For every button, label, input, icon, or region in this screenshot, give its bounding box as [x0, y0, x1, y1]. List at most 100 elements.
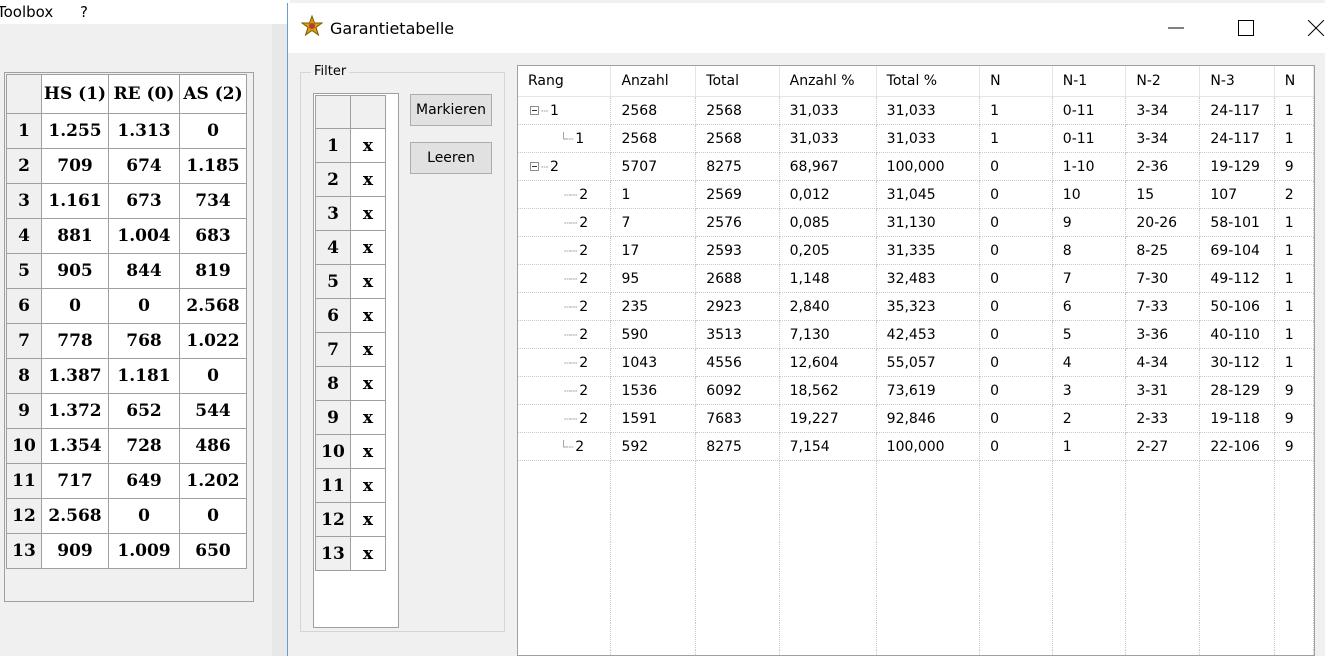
grid-cell[interactable]: 881: [41, 218, 109, 254]
tree-col-header[interactable]: N: [1274, 66, 1314, 97]
grid-cell[interactable]: 709: [41, 148, 109, 184]
filter-cell[interactable]: x: [350, 434, 386, 469]
grid-cell[interactable]: 905: [41, 253, 109, 289]
filter-col-header[interactable]: [350, 95, 386, 129]
title-bar[interactable]: Garantietabelle: [288, 3, 1325, 53]
tree-row[interactable]: ┄┄ 2 235 2923 2,840 35,323 0 6 7-33 50-106 1: [518, 292, 1314, 321]
tree-row[interactable]: ┄┄ 2 17 2593 0,205 31,335 0 8 8-25 69-104 1: [518, 236, 1314, 265]
tree-row[interactable]: ┄┄ 2 1043 4556 12,604 55,057 0 4 4-34 30-112 1: [518, 348, 1314, 377]
grid-row-header[interactable]: 10: [6, 428, 42, 464]
tree-col-header[interactable]: Anzahl %: [779, 66, 877, 97]
filter-cell[interactable]: x: [350, 332, 386, 367]
grid-cell[interactable]: 674: [108, 148, 180, 184]
grid-cell[interactable]: 819: [179, 253, 247, 289]
menu-help[interactable]: ?: [80, 3, 88, 21]
grid-cell[interactable]: 1.202: [179, 463, 247, 499]
grid-cell[interactable]: 778: [41, 323, 109, 359]
grid-cell[interactable]: 734: [179, 183, 247, 219]
filter-row-header[interactable]: 3: [315, 196, 351, 231]
filter-row-header[interactable]: 9: [315, 400, 351, 435]
grid-cell[interactable]: 0: [41, 288, 109, 324]
grid-col-header[interactable]: HS (1): [41, 74, 109, 114]
tree-row[interactable]: └┄ 1 2568 2568 31,033 31,033 1 0-11 3-34 24-117 1: [518, 124, 1314, 153]
grid-cell[interactable]: 1.009: [108, 533, 180, 569]
grid-cell[interactable]: 844: [108, 253, 180, 289]
filter-cell[interactable]: x: [350, 400, 386, 435]
filter-row-header[interactable]: 7: [315, 332, 351, 367]
grid-cell[interactable]: 673: [108, 183, 180, 219]
grid-cell[interactable]: 650: [179, 533, 247, 569]
grid-cell[interactable]: 717: [41, 463, 109, 499]
close-button[interactable]: [1286, 3, 1325, 53]
filter-row-header[interactable]: 11: [315, 468, 351, 503]
grid-row-header[interactable]: 5: [6, 253, 42, 289]
grid-cell[interactable]: 2.568: [41, 498, 109, 534]
grid-cell[interactable]: 1.255: [41, 113, 109, 149]
grid-cell[interactable]: 0: [179, 113, 247, 149]
grid-cell[interactable]: 0: [179, 498, 247, 534]
tree-row[interactable]: ┄┄ 2 1 2569 0,012 31,045 0 10 15 107 2: [518, 180, 1314, 209]
filter-row-header[interactable]: 2: [315, 162, 351, 197]
grid-cell[interactable]: 1.185: [179, 148, 247, 184]
filter-cell[interactable]: x: [350, 468, 386, 503]
tree-col-header[interactable]: N-1: [1052, 66, 1127, 97]
filter-row-header[interactable]: 4: [315, 230, 351, 265]
tree-row[interactable]: ┄ 2 5707 8275 68,967 100,000 0 1-10 2-36 19-129 9: [518, 152, 1314, 181]
filter-row-header[interactable]: 13: [315, 536, 351, 571]
grid-cell[interactable]: 728: [108, 428, 180, 464]
grid-cell[interactable]: 1.181: [108, 358, 180, 394]
tree-row[interactable]: ┄┄ 2 7 2576 0,085 31,130 0 9 20-26 58-101 1: [518, 208, 1314, 237]
tree-col-header[interactable]: Total %: [876, 66, 981, 97]
grid-row-header[interactable]: 2: [6, 148, 42, 184]
grid-row-header[interactable]: 4: [6, 218, 42, 254]
grid-cell[interactable]: 2.568: [179, 288, 247, 324]
grid-col-header[interactable]: AS (2): [179, 74, 247, 114]
grid-cell[interactable]: 1.161: [41, 183, 109, 219]
grid-row-header[interactable]: 13: [6, 533, 42, 569]
grid-cell[interactable]: 1.372: [41, 393, 109, 429]
grid-cell[interactable]: 652: [108, 393, 180, 429]
filter-cell[interactable]: x: [350, 162, 386, 197]
grid-cell[interactable]: 544: [179, 393, 247, 429]
grid-cell[interactable]: 0: [108, 498, 180, 534]
markieren-button[interactable]: Markieren: [410, 94, 492, 126]
grid-cell[interactable]: 1.387: [41, 358, 109, 394]
filter-cell[interactable]: x: [350, 298, 386, 333]
grid-cell[interactable]: 1.313: [108, 113, 180, 149]
tree-row[interactable]: ┄ 1 2568 2568 31,033 31,033 1 0-11 3-34 24-117 1: [518, 96, 1314, 125]
grid-cell[interactable]: 909: [41, 533, 109, 569]
filter-cell[interactable]: x: [350, 264, 386, 299]
grid-row-header[interactable]: 9: [6, 393, 42, 429]
filter-cell[interactable]: x: [350, 128, 386, 163]
tree-col-header[interactable]: Rang: [518, 66, 612, 97]
filter-cell[interactable]: x: [350, 502, 386, 537]
tree-row[interactable]: ┄┄ 2 95 2688 1,148 32,483 0 7 7-30 49-112 1: [518, 264, 1314, 293]
filter-cell[interactable]: x: [350, 366, 386, 401]
grid-row-header[interactable]: 7: [6, 323, 42, 359]
tree-row[interactable]: ┄┄ 2 1536 6092 18,562 73,619 0 3 3-31 28-129 9: [518, 376, 1314, 405]
guarantee-tree-table[interactable]: Rang Anzahl Total Anzahl % Total % N N-1 N-2 N-3…: [517, 65, 1315, 656]
tree-col-header[interactable]: Anzahl: [610, 66, 697, 97]
grid-cell[interactable]: 0: [179, 358, 247, 394]
tree-row[interactable]: ┄┄ 2 1591 7683 19,227 92,846 0 2 2-33 19-118 9: [518, 404, 1314, 433]
grid-row-header[interactable]: 8: [6, 358, 42, 394]
tree-col-header[interactable]: N-2: [1125, 66, 1201, 97]
filter-row-header[interactable]: 5: [315, 264, 351, 299]
filter-cell[interactable]: x: [350, 196, 386, 231]
filter-row-header[interactable]: 10: [315, 434, 351, 469]
grid-row-header[interactable]: 6: [6, 288, 42, 324]
filter-row-header[interactable]: 6: [315, 298, 351, 333]
grid-cell[interactable]: 649: [108, 463, 180, 499]
grid-row-header[interactable]: 1: [6, 113, 42, 149]
collapse-icon[interactable]: [530, 162, 539, 171]
tree-col-header[interactable]: Total: [695, 66, 780, 97]
tree-col-header[interactable]: N: [979, 66, 1053, 97]
grid-row-header[interactable]: 11: [6, 463, 42, 499]
maximize-button[interactable]: [1216, 3, 1276, 53]
grid-cell[interactable]: 1.022: [179, 323, 247, 359]
menu-toolbox[interactable]: Toolbox: [0, 3, 53, 21]
filter-row-header[interactable]: 12: [315, 502, 351, 537]
grid-row-header[interactable]: 12: [6, 498, 42, 534]
filter-row-header[interactable]: 8: [315, 366, 351, 401]
grid-col-header[interactable]: RE (0): [108, 74, 180, 114]
